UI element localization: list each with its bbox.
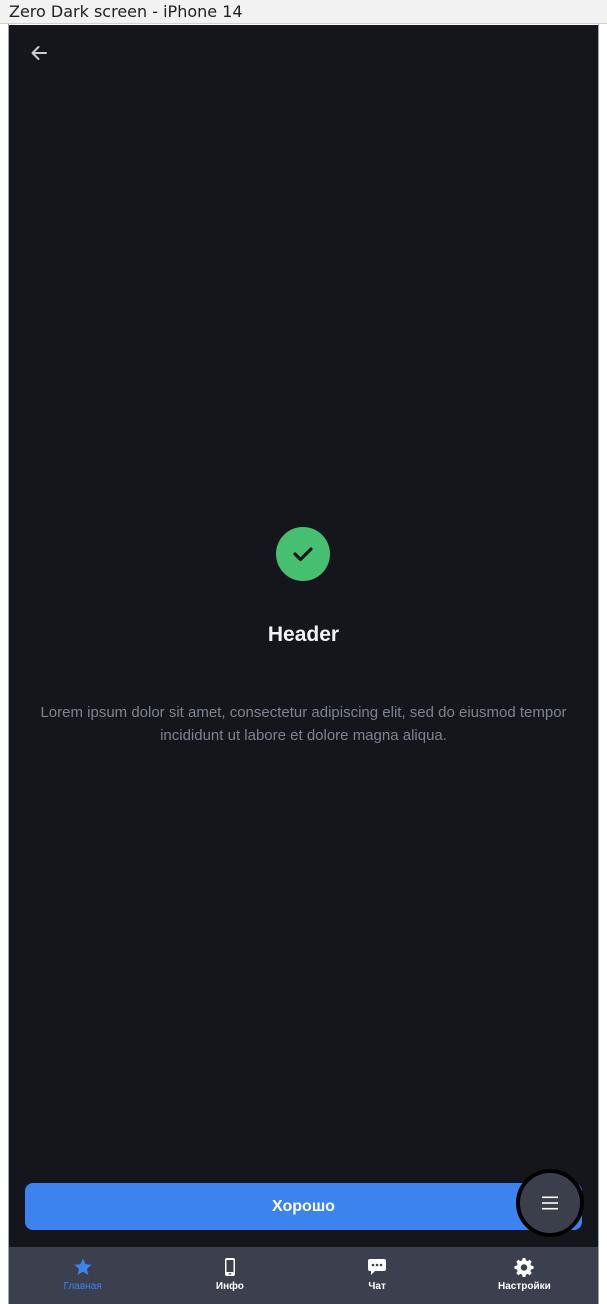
tab-info[interactable]: Инфо <box>156 1247 303 1304</box>
tab-settings[interactable]: Настройки <box>451 1247 598 1304</box>
back-button[interactable] <box>25 39 53 67</box>
ok-button[interactable]: Хорошо <box>25 1183 582 1230</box>
tab-label: Инфо <box>215 1281 244 1292</box>
bottom-tab-bar: Главная Инфо Чат Настройки <box>9 1247 598 1304</box>
tab-label: Чат <box>368 1281 386 1292</box>
gear-icon <box>514 1257 534 1277</box>
body-text: Lorem ipsum dolor sit amet, consectetur … <box>40 704 567 744</box>
arrow-left-icon <box>31 46 47 60</box>
tab-home[interactable]: Главная <box>9 1247 156 1304</box>
menu-fab-button[interactable] <box>516 1169 584 1237</box>
page-title: Header <box>267 623 340 646</box>
tab-label: Главная <box>63 1281 102 1292</box>
menu-icon <box>542 1196 558 1210</box>
chat-bubble-icon <box>367 1257 387 1277</box>
tab-label: Настройки <box>497 1281 551 1292</box>
window-title: Zero Dark screen - iPhone 14 <box>0 0 607 24</box>
tab-chat[interactable]: Чат <box>304 1247 451 1304</box>
phone-screen: Header Lorem ipsum dolor sit amet, conse… <box>9 25 598 1247</box>
frame-border-right <box>598 24 599 1304</box>
phone-icon <box>220 1257 240 1277</box>
check-circle-icon <box>276 527 330 581</box>
star-icon <box>73 1257 93 1277</box>
